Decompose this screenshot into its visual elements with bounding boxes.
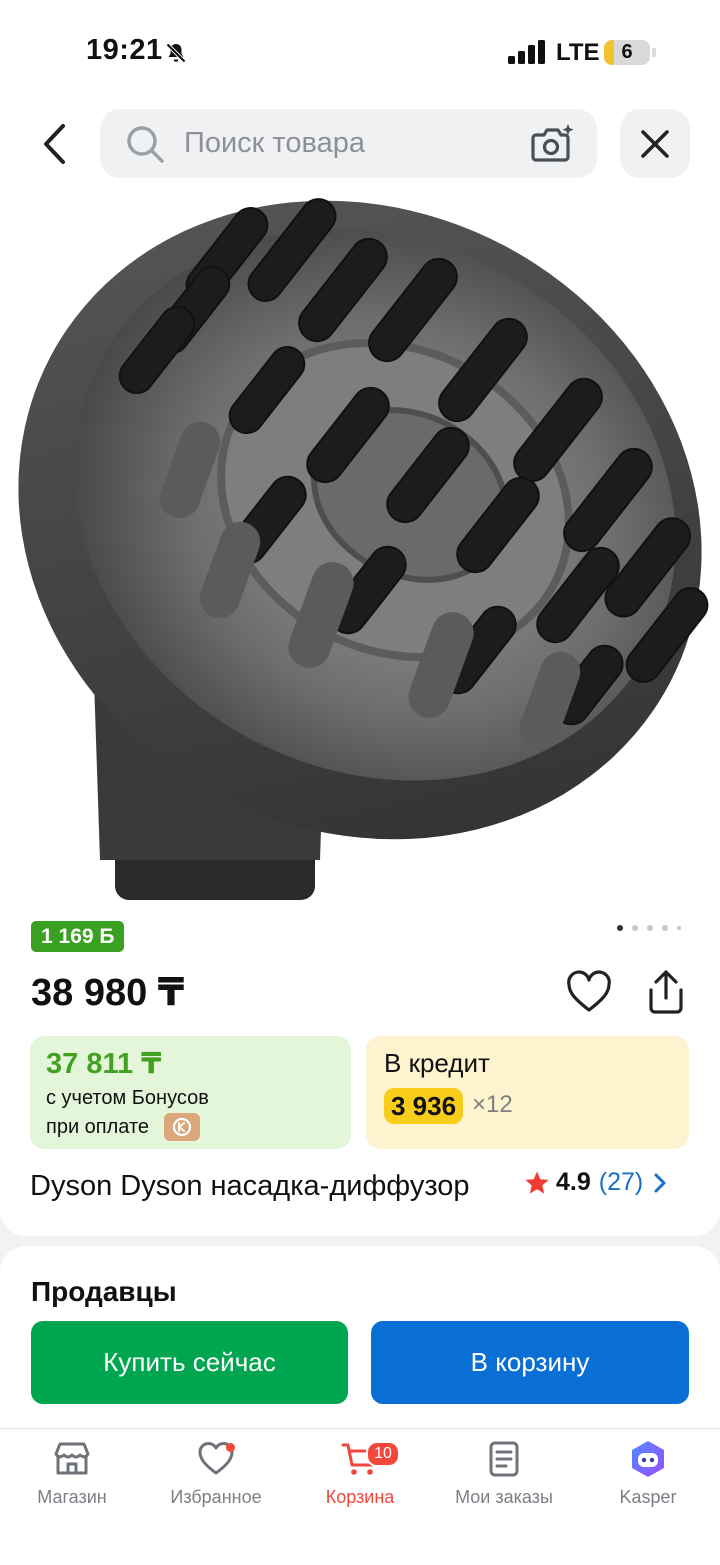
image-pagination — [617, 925, 681, 931]
orders-icon — [489, 1441, 519, 1477]
favorite-heart-icon[interactable] — [566, 970, 612, 1016]
bonus-badge: 1 169 Б — [31, 921, 125, 952]
battery-tip — [652, 48, 656, 57]
status-time: 19:21 — [86, 34, 163, 66]
battery-level: 6 — [621, 41, 633, 63]
bonus-price-card[interactable]: 37 811 ₸ с учетом Бонусов при оплате — [30, 1036, 351, 1149]
rating-link[interactable]: 4.9 (27) — [524, 1168, 667, 1197]
nav-label: Мои заказы — [455, 1487, 553, 1507]
close-button[interactable] — [620, 109, 690, 178]
nav-item-cart[interactable]: 10 Корзина — [288, 1439, 432, 1508]
sellers-title: Продавцы — [31, 1276, 177, 1307]
camera-search-icon[interactable] — [530, 123, 576, 165]
battery-indicator: 6 — [604, 40, 650, 65]
credit-card[interactable]: В кредит 3 936 ×12 — [366, 1036, 689, 1149]
cart-count-badge: 10 — [366, 1441, 400, 1467]
store-icon — [54, 1442, 90, 1475]
credit-term: ×12 — [472, 1091, 513, 1118]
credit-label: В кредит — [384, 1048, 490, 1078]
pagination-dot — [662, 925, 668, 931]
pagination-dot — [617, 925, 623, 931]
pagination-dot — [632, 925, 638, 931]
credit-monthly-amount: 3 936 — [384, 1088, 464, 1124]
network-type: LTE — [556, 39, 600, 66]
search-placeholder: Поиск товара — [184, 127, 365, 159]
pagination-dot — [647, 925, 653, 931]
nav-item-favorites[interactable]: Избранное — [144, 1439, 288, 1508]
product-price: 38 980 ₸ — [31, 972, 185, 1014]
nav-item-shop[interactable]: Магазин — [0, 1439, 144, 1508]
product-card: 19:21 LTE 6 Поиск товара 1 169 Б 38 980 … — [0, 0, 720, 1236]
kasper-icon — [632, 1441, 664, 1477]
nav-item-kasper[interactable]: Kasper — [576, 1439, 720, 1508]
back-button[interactable] — [30, 116, 80, 172]
chevron-left-icon — [44, 124, 65, 164]
share-icon[interactable] — [643, 968, 689, 1016]
bell-off-icon — [166, 43, 186, 63]
star-icon — [525, 1171, 549, 1194]
nav-label: Kasper — [619, 1487, 677, 1507]
close-icon — [641, 130, 669, 158]
search-icon — [127, 126, 164, 163]
bonus-payment-note: при оплате — [46, 1116, 150, 1138]
product-image[interactable] — [0, 188, 720, 908]
signal-icon — [508, 40, 545, 64]
bottom-navigation: Магазин Избранное 10 Корзина Мои заказы — [0, 1428, 720, 1565]
search-input[interactable]: Поиск товара — [100, 109, 597, 178]
add-to-cart-button[interactable]: В корзину — [371, 1321, 689, 1404]
buy-now-button[interactable]: Купить сейчас — [31, 1321, 348, 1404]
nav-label: Корзина — [325, 1487, 395, 1507]
rating-value: 4.9 — [556, 1168, 591, 1196]
pagination-dot — [677, 926, 681, 930]
bonus-note: с учетом Бонусов — [46, 1087, 209, 1109]
kaspi-gold-icon — [164, 1113, 200, 1141]
nav-item-orders[interactable]: Мои заказы — [432, 1439, 576, 1508]
nav-label: Магазин — [37, 1487, 107, 1507]
review-count: (27) — [598, 1168, 644, 1196]
product-title: Dyson Dyson насадка-диффузор — [30, 1170, 470, 1202]
bonus-price: 37 811 ₸ — [46, 1048, 162, 1080]
chevron-right-icon — [654, 1173, 666, 1192]
favorites-indicator-dot — [226, 1443, 235, 1452]
nav-label: Избранное — [170, 1487, 262, 1507]
